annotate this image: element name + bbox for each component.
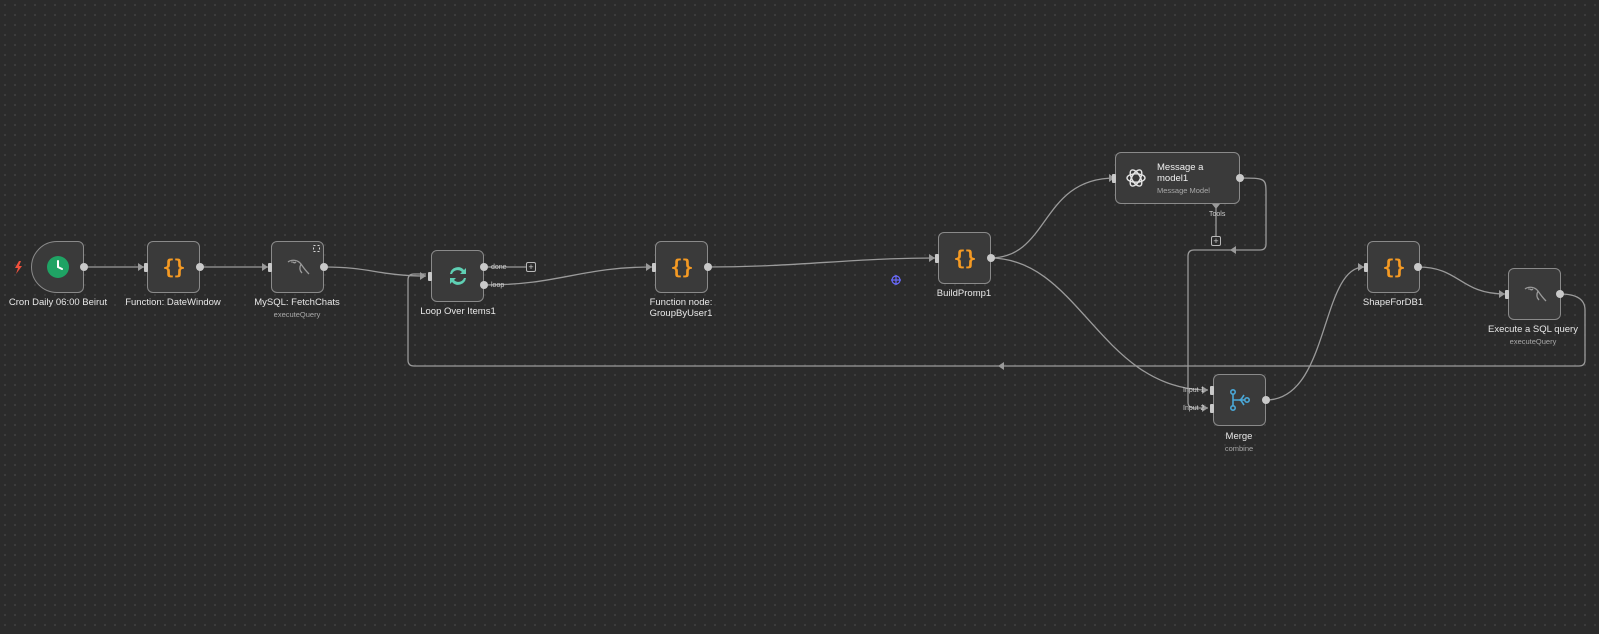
merge-input1-port[interactable] [1210,386,1214,395]
shapefordb-output-port[interactable] [1414,263,1422,271]
groupbyuser-input-port[interactable] [652,263,656,272]
execsql-label: Execute a SQL query [1488,324,1578,335]
wire-loop-groupbyuser [483,266,653,286]
node-build-prompt[interactable]: {} [938,232,991,284]
wire-buildprompt-messagemodel [989,177,1116,259]
fetchchats-sub: executeQuery [273,310,321,319]
arrow-loopback-mid [998,362,1004,370]
execsql-sub: executeQuery [1509,337,1557,346]
mysql-dolphin-icon [1524,286,1546,302]
arrow-tools-return [1230,246,1236,254]
merge-input2-label: Input 2 [1183,405,1205,412]
loop-label: Loop Over Items1 [420,306,496,317]
clock-icon [46,256,69,278]
buildprompt-input-port[interactable] [935,254,939,263]
messagemodel-input-port[interactable] [1112,174,1116,183]
datewindow-label: Function: DateWindow [125,297,221,308]
groupbyuser-label-line2: GroupByUser1 [649,308,713,319]
loop-done-port[interactable] [480,263,488,271]
shapefordb-input-port[interactable] [1364,263,1368,272]
execsql-input-port[interactable] [1505,290,1509,299]
openai-icon [1126,169,1146,187]
code-braces-icon: {} [670,255,693,279]
node-date-window[interactable]: {} [147,241,200,293]
node-shape-for-db[interactable]: {} [1367,241,1420,293]
wire-merge-shapefordb [1265,266,1365,401]
merge-input1-label: Input 1 [1183,387,1205,394]
fetchchats-input-port[interactable] [268,263,272,272]
groupbyuser-output-port[interactable] [704,263,712,271]
execsql-output-port[interactable] [1556,290,1564,298]
merge-sub: combine [1224,444,1254,453]
node-merge[interactable] [1213,374,1266,426]
tools-label: Tools [1209,211,1226,218]
merge-icon [1229,388,1250,411]
node-loop-over-items[interactable] [431,250,484,302]
datewindow-input-port[interactable] [144,263,148,272]
message-model-text: Message a model1 Message Model [1157,162,1217,195]
datewindow-output-port[interactable] [196,263,204,271]
merge-label: Merge [1225,431,1253,442]
code-braces-icon: {} [1382,255,1405,279]
groupbyuser-label-line1: Function node: [649,297,713,308]
loop-done-label: done [491,264,507,271]
arrow-fetchchats [420,272,426,280]
loop-arrows-icon [449,267,466,285]
message-model-sub: Message Model [1157,185,1210,195]
node-cron-trigger[interactable] [31,241,84,293]
add-tool-button[interactable]: + [1211,236,1221,246]
loop-loop-label: loop [491,282,505,289]
workflow-canvas[interactable]: Cron Daily 06:00 Beirut {} Function: Dat… [0,0,1599,634]
wire-fetchchats-loop [324,266,427,277]
merge-output-port[interactable] [1262,396,1270,404]
expand-icon[interactable] [313,245,320,252]
fetchchats-output-port[interactable] [320,263,328,271]
crosshair-icon [891,275,901,285]
code-braces-icon: {} [953,246,976,270]
add-node-done-button[interactable]: + [526,262,536,272]
fetchchats-label: MySQL: FetchChats [254,297,340,308]
cron-output-port[interactable] [80,263,88,271]
buildprompt-label: BuildPromp1 [936,288,992,299]
node-group-by-user[interactable]: {} [655,241,708,293]
lightning-icon [15,261,22,274]
node-message-model[interactable]: Message a model1 Message Model [1115,152,1240,204]
merge-input2-port[interactable] [1210,404,1214,413]
messagemodel-output-port[interactable] [1236,174,1244,182]
buildprompt-output-port[interactable] [987,254,995,262]
message-model-title: Message a model1 [1157,161,1204,184]
loop-loop-port[interactable] [480,281,488,289]
connections-layer [15,174,1586,412]
wire-groupbyuser-buildprompt [705,257,936,268]
node-fetch-chats[interactable] [271,241,324,293]
wire-buildprompt-merge [989,257,1209,391]
shapefordb-label: ShapeForDB1 [1362,297,1424,308]
node-execute-sql[interactable] [1508,268,1561,320]
code-braces-icon: {} [162,255,185,279]
wire-shapefordb-execsql [1417,266,1506,295]
mysql-dolphin-icon [287,259,309,275]
cron-label: Cron Daily 06:00 Beirut [8,297,108,308]
loop-input-port[interactable] [428,272,432,281]
